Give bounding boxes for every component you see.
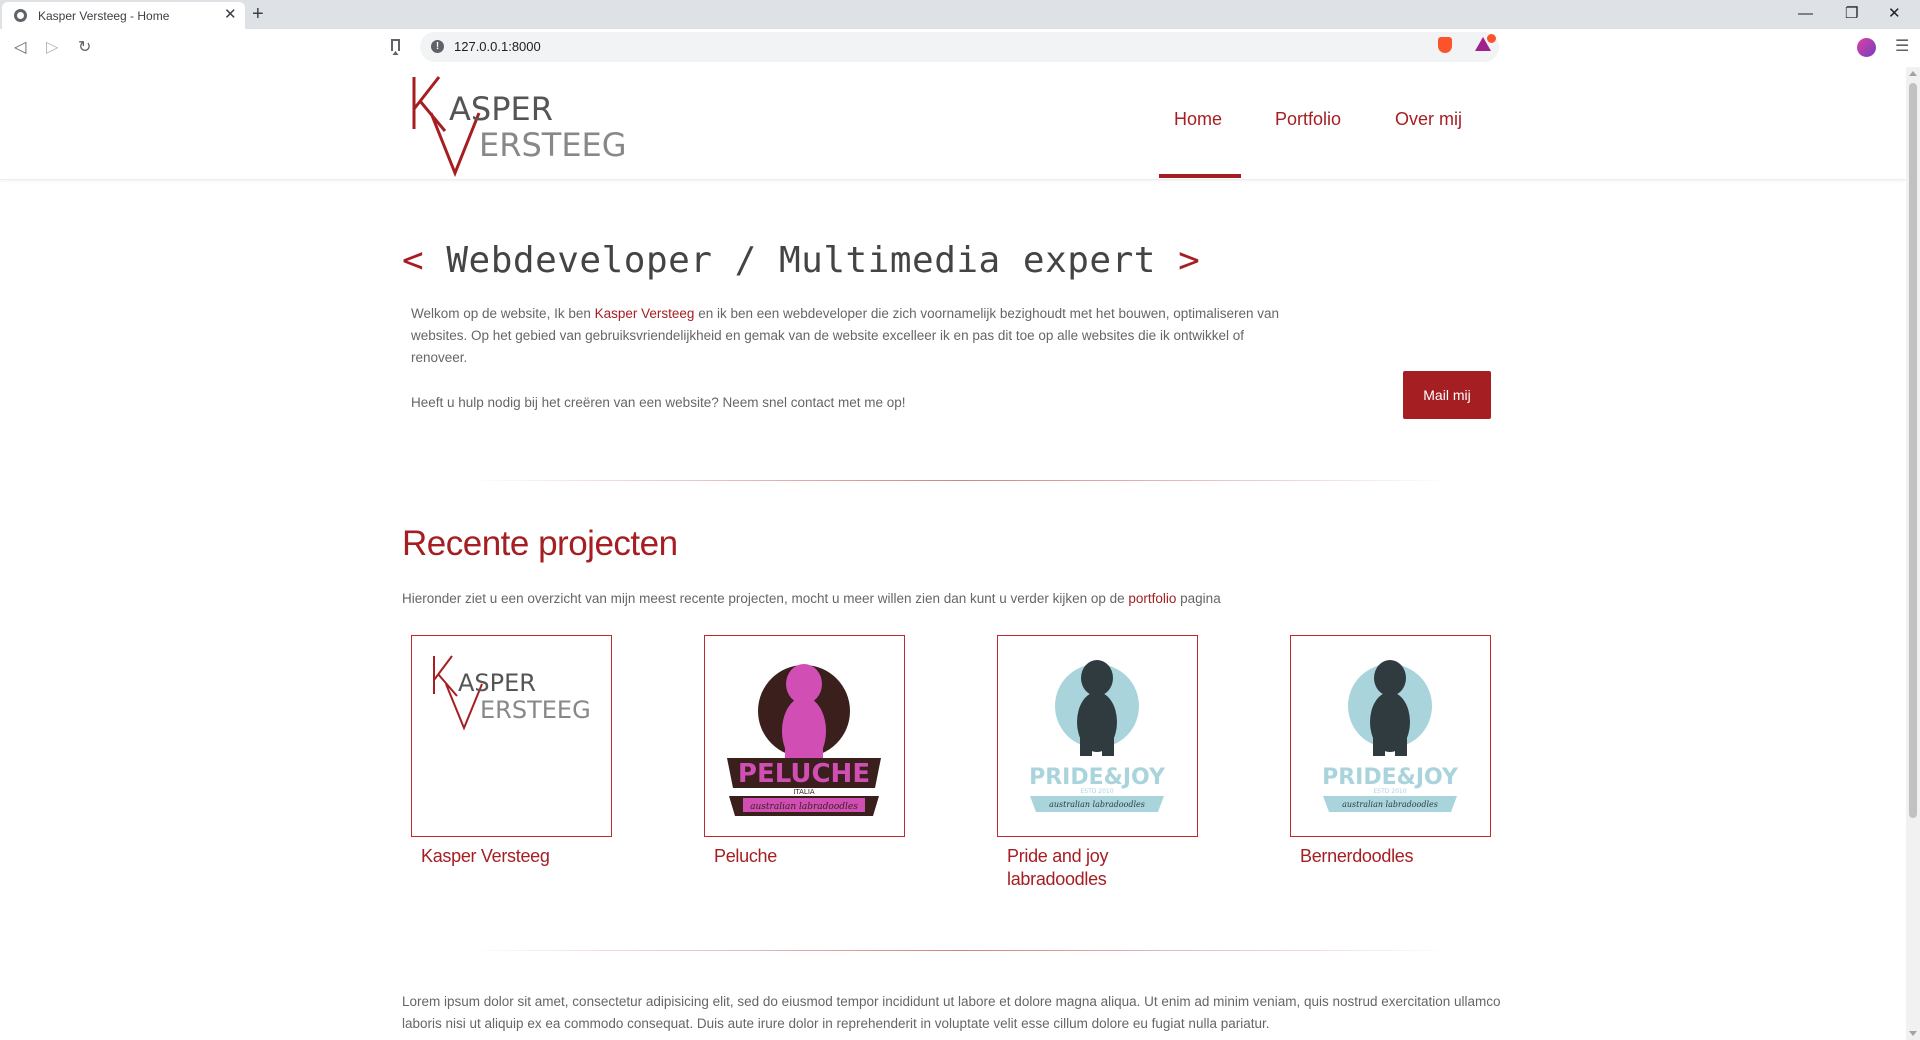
projects-subtitle: Hieronder ziet u een overzicht van mijn … xyxy=(402,591,1221,606)
restore-icon[interactable]: ❐ xyxy=(1845,4,1858,24)
bookmark-icon[interactable] xyxy=(391,39,400,51)
svg-text:australian labradoodles: australian labradoodles xyxy=(1049,800,1145,809)
svg-text:ERSTEEG: ERSTEEG xyxy=(479,126,627,164)
divider xyxy=(468,480,1452,481)
pride-and-joy-logo: PRIDE&JOY ESTD 2010 australian labradood… xyxy=(1322,660,1459,812)
projects-title: Recente projecten xyxy=(402,524,678,563)
nav-over-mij[interactable]: Over mij xyxy=(1395,109,1462,130)
profile-avatar[interactable] xyxy=(1857,38,1876,57)
site-logo[interactable]: ASPER ERSTEEG xyxy=(409,73,629,182)
project-card-kasper-versteeg[interactable]: ASPER ERSTEEG xyxy=(411,635,612,837)
tab-title: Kasper Versteeg - Home xyxy=(38,9,170,23)
intro-text: Welkom op de website, Ik ben Kasper Vers… xyxy=(411,306,1280,365)
project-name[interactable]: Bernerdoodles xyxy=(1300,845,1510,868)
back-icon[interactable]: ◁ xyxy=(14,38,26,58)
project-name[interactable]: Kasper Versteeg xyxy=(421,845,631,868)
svg-text:PRIDE&JOY: PRIDE&JOY xyxy=(1322,765,1459,790)
svg-text:ASPER: ASPER xyxy=(458,669,536,697)
mail-button[interactable]: Mail mij xyxy=(1403,371,1491,419)
portfolio-link[interactable]: portfolio xyxy=(1128,591,1176,606)
project-name[interactable]: Pride and joy labradoodles xyxy=(1007,845,1127,891)
svg-text:PELUCHE: PELUCHE xyxy=(738,759,870,789)
globe-icon xyxy=(14,9,27,22)
page-viewport: ASPER ERSTEEG Home Portfolio Over mij < … xyxy=(0,67,1906,1040)
page-scrollbar[interactable] xyxy=(1906,67,1920,1040)
minimize-icon[interactable]: — xyxy=(1798,4,1813,24)
notification-badge xyxy=(1487,34,1496,43)
project-card-bernerdoodles[interactable]: PRIDE&JOY ESTD 2010 australian labradood… xyxy=(1290,635,1491,837)
pride-and-joy-logo: PRIDE&JOY ESTD 2010 australian labradood… xyxy=(1029,660,1166,812)
svg-text:ASPER: ASPER xyxy=(449,90,553,128)
nav-home[interactable]: Home xyxy=(1174,109,1222,130)
scroll-down-icon[interactable] xyxy=(1909,1031,1917,1036)
svg-text:ESTD 2010: ESTD 2010 xyxy=(1080,788,1113,795)
svg-text:ESTD 2010: ESTD 2010 xyxy=(1373,788,1406,795)
nav-portfolio[interactable]: Portfolio xyxy=(1275,109,1341,130)
intro-name-link[interactable]: Kasper Versteeg xyxy=(595,306,695,321)
reload-icon[interactable]: ↻ xyxy=(78,38,91,58)
project-name[interactable]: Peluche xyxy=(714,845,924,868)
hero-title: < Webdeveloper / Multimedia expert > xyxy=(402,240,1201,281)
project-card-pride-and-joy[interactable]: PRIDE&JOY ESTD 2010 australian labradood… xyxy=(997,635,1198,837)
browser-toolbar: ◁ ▷ ↻ ! 127.0.0.1:8000 ☰ xyxy=(0,29,1920,68)
peluche-logo: PELUCHE ITALIA australian labradoodles xyxy=(727,664,881,816)
svg-text:australian labradoodles: australian labradoodles xyxy=(750,802,858,812)
divider xyxy=(468,950,1452,951)
kasper-versteeg-logo: ASPER ERSTEEG xyxy=(412,76,627,178)
scroll-up-icon[interactable] xyxy=(1909,71,1917,76)
close-window-icon[interactable]: ✕ xyxy=(1888,4,1901,24)
browser-tab[interactable]: Kasper Versteeg - Home ✕ xyxy=(2,2,245,29)
info-icon[interactable]: ! xyxy=(431,40,444,53)
url-text[interactable]: 127.0.0.1:8000 xyxy=(454,39,541,54)
brave-shields-icon[interactable] xyxy=(1438,37,1452,53)
cta-text: Heeft u hulp nodig bij het creëren van e… xyxy=(411,395,906,410)
menu-icon[interactable]: ☰ xyxy=(1895,38,1909,56)
about-text: Lorem ipsum dolor sit amet, consectetur … xyxy=(402,994,1501,1031)
active-nav-indicator xyxy=(1159,174,1241,178)
close-tab-icon[interactable]: ✕ xyxy=(224,6,237,24)
svg-text:ITALIA: ITALIA xyxy=(793,788,815,796)
address-bar[interactable]: ! 127.0.0.1:8000 xyxy=(420,32,1499,62)
svg-text:PRIDE&JOY: PRIDE&JOY xyxy=(1029,765,1166,790)
svg-text:australian labradoodles: australian labradoodles xyxy=(1342,800,1438,809)
svg-text:ERSTEEG: ERSTEEG xyxy=(480,696,591,724)
site-header: ASPER ERSTEEG Home Portfolio Over mij xyxy=(0,67,1906,180)
browser-tabstrip: Kasper Versteeg - Home ✕ + — ❐ ✕ xyxy=(0,0,1920,29)
forward-icon[interactable]: ▷ xyxy=(46,38,58,58)
project-card-peluche[interactable]: PELUCHE ITALIA australian labradoodles xyxy=(704,635,905,837)
scroll-thumb[interactable] xyxy=(1909,83,1917,818)
kasper-versteeg-logo: ASPER ERSTEEG xyxy=(433,655,591,731)
new-tab-button[interactable]: + xyxy=(252,3,264,25)
